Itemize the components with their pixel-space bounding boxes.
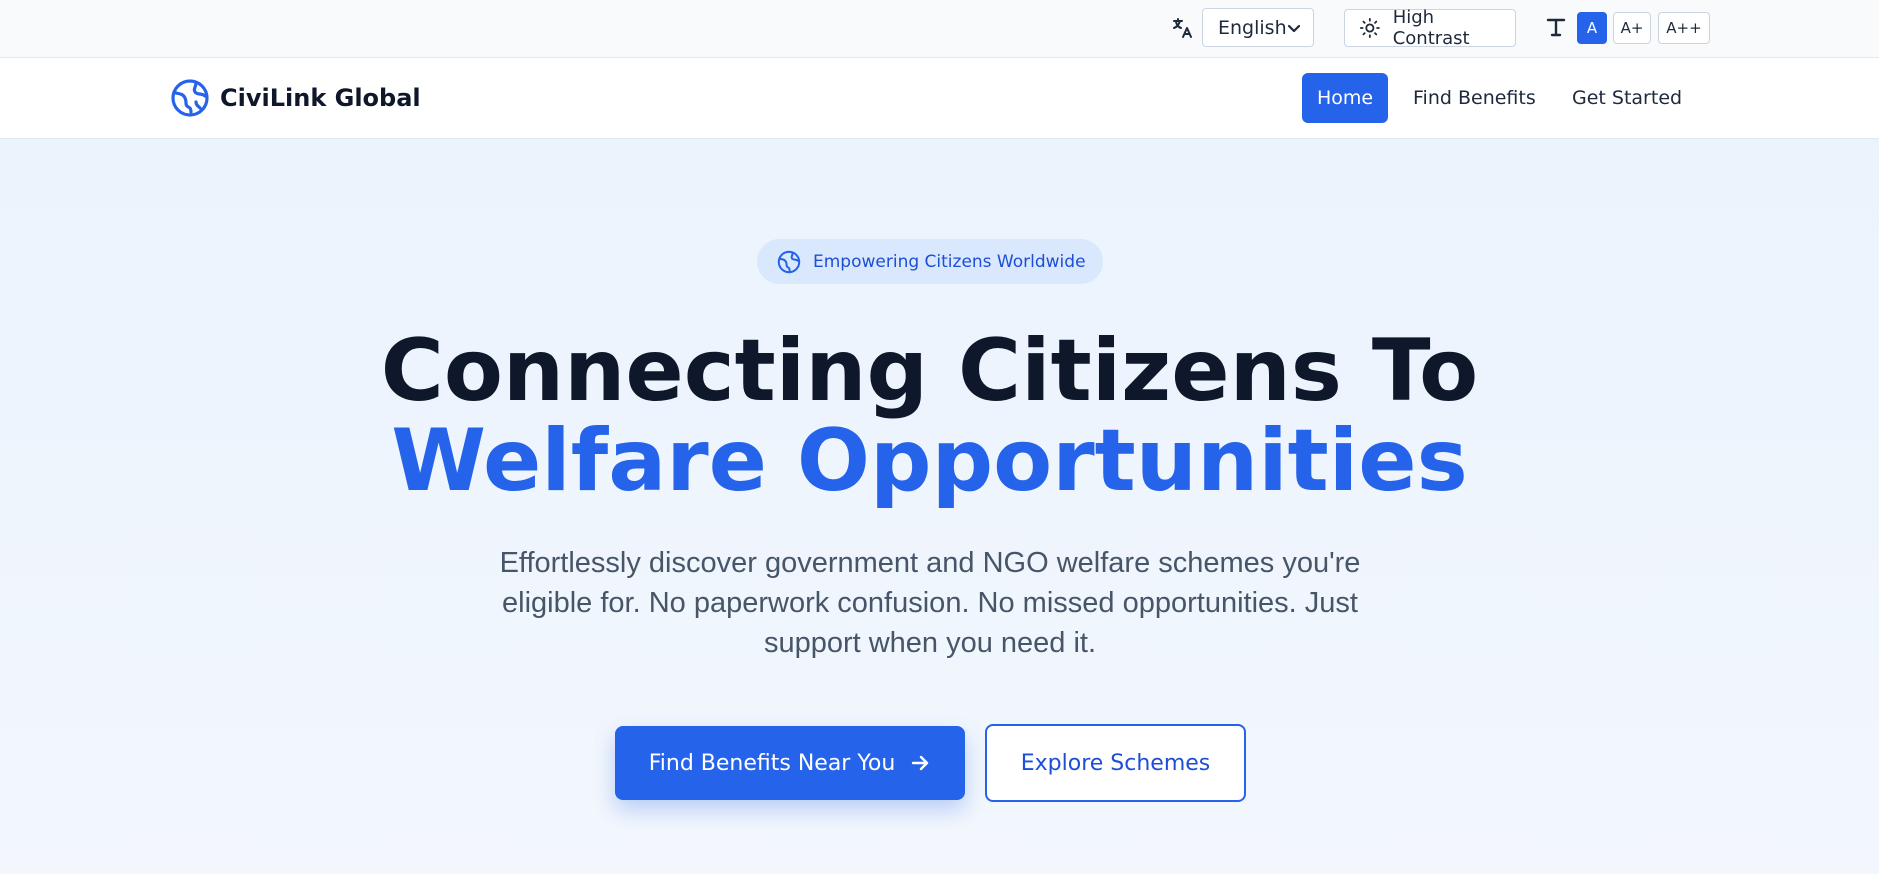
high-contrast-label: High Contrast xyxy=(1392,7,1470,49)
text-size-normal-button[interactable]: A xyxy=(1577,12,1607,44)
arrow-right-icon xyxy=(912,755,929,771)
hero-description: Effortlessly discover government and NGO… xyxy=(499,547,1361,659)
explore-schemes-button[interactable]: Explore Schemes xyxy=(985,724,1246,802)
hero-headline-highlight: Welfare Opportunities xyxy=(391,411,1468,511)
nav-get-started[interactable]: Get Started xyxy=(1572,73,1682,123)
brand-name[interactable]: CiviLink Global xyxy=(220,84,421,112)
nav-home[interactable]: Home xyxy=(1302,73,1388,123)
chevron-down-icon xyxy=(1287,24,1301,33)
text-size-xlarge-button[interactable]: A++ xyxy=(1658,12,1710,44)
translate-icon xyxy=(1173,18,1192,38)
language-select-value: English xyxy=(1218,16,1287,39)
find-benefits-near-you-button[interactable]: Find Benefits Near You xyxy=(615,726,965,800)
sun-icon xyxy=(1359,18,1380,38)
main-navbar: CiviLink Global Home Find Benefits Get S… xyxy=(0,58,1879,139)
globe-logo-icon[interactable] xyxy=(170,78,210,118)
language-select[interactable]: English xyxy=(1202,8,1314,47)
find-benefits-near-you-label: Find Benefits Near You xyxy=(648,750,896,776)
globe-icon xyxy=(777,250,801,273)
explore-schemes-label: Explore Schemes xyxy=(1020,750,1211,776)
nav-find-benefits[interactable]: Find Benefits xyxy=(1413,73,1536,123)
hero-badge-label: Empowering Citizens Worldwide xyxy=(813,251,1086,272)
hero-badge: Empowering Citizens Worldwide xyxy=(757,239,1103,284)
utility-bar: English High Contrast A A+ A++ xyxy=(0,0,1879,58)
text-size-large-button[interactable]: A+ xyxy=(1613,12,1651,44)
text-size-icon xyxy=(1546,18,1566,37)
high-contrast-button[interactable]: High Contrast xyxy=(1344,7,1516,49)
hero-headline-primary: Connecting Citizens To xyxy=(380,321,1479,421)
